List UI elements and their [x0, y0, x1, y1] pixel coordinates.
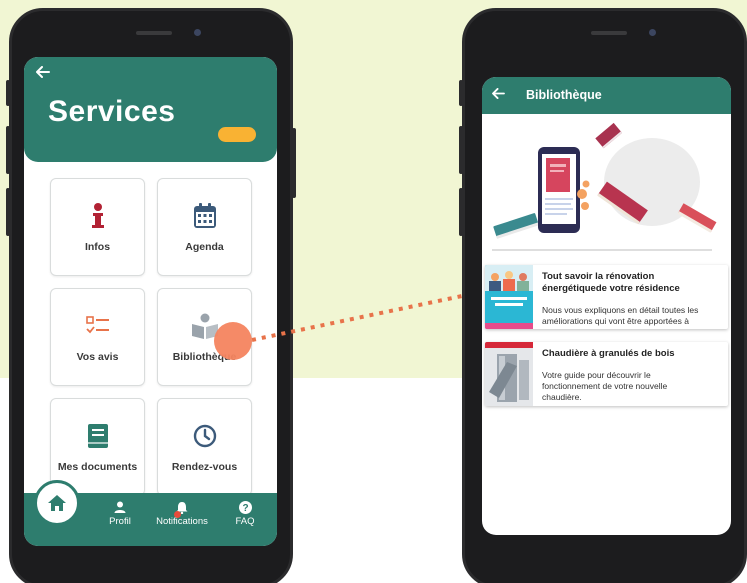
document-description: chaudière. [542, 392, 582, 402]
library-illustration [492, 122, 717, 251]
side-button [6, 188, 10, 236]
person-icon [114, 501, 126, 513]
bibliotheque-header: Bibliothèque [482, 77, 731, 114]
highlight-hotspot [214, 322, 252, 360]
speaker-grille [591, 31, 627, 35]
arrow-left-icon [492, 88, 505, 99]
nav-item-profil[interactable]: Profil [90, 499, 150, 527]
nav-item-notifications[interactable]: Notifications [152, 499, 212, 527]
tile-label: Infos [84, 241, 111, 253]
page-title: Bibliothèque [526, 88, 602, 102]
svg-text:?: ? [242, 503, 248, 514]
tile-label: Mes documents [57, 461, 138, 473]
document-card[interactable]: Chaudière à granulés de bois Votre guide… [485, 342, 728, 406]
services-screen: Services Infos Agenda Vos avis Bibliothè… [24, 57, 277, 546]
checklist-icon [85, 316, 109, 334]
tile-label: Rendez-vous [171, 461, 238, 473]
document-title: Chaudière à granulés de bois [542, 348, 675, 359]
side-button [459, 126, 463, 174]
tile-label: Vos avis [76, 351, 119, 363]
tile-label: Agenda [185, 241, 224, 253]
side-button [292, 128, 296, 198]
document-thumbnail [485, 265, 533, 329]
calendar-icon [193, 203, 216, 228]
front-camera [194, 29, 201, 36]
clock-icon [193, 424, 216, 448]
nav-label: Profil [109, 516, 131, 527]
side-button [6, 126, 10, 174]
nav-label: Notifications [156, 516, 208, 527]
tile-infos[interactable]: Infos [50, 178, 145, 276]
header-pill-button[interactable] [218, 127, 256, 142]
nav-label: FAQ [235, 516, 255, 527]
tile-agenda[interactable]: Agenda [157, 178, 252, 276]
nav-item-faq[interactable]: ? FAQ [215, 499, 275, 527]
page-title: Services [48, 95, 176, 128]
tile-rendez-vous[interactable]: Rendez-vous [157, 398, 252, 496]
document-description: fonctionnement de votre nouvelle [542, 381, 668, 391]
book-icon [87, 424, 108, 448]
help-icon: ? [238, 500, 252, 514]
services-header: Services [24, 57, 277, 162]
arrow-left-icon [36, 66, 50, 78]
home-icon [48, 495, 66, 511]
home-button[interactable] [34, 480, 80, 526]
notification-badge [174, 511, 181, 518]
front-camera [649, 29, 656, 36]
document-description: Votre guide pour découvrir le [542, 370, 651, 380]
speaker-grille [136, 31, 172, 35]
side-button [459, 188, 463, 236]
info-icon [91, 203, 104, 228]
document-title: énergétiquede votre résidence [542, 283, 680, 294]
bibliotheque-screen: Bibliothèque Tout savoir la rénovation é… [482, 77, 731, 535]
back-button[interactable] [492, 86, 505, 102]
document-thumbnail [485, 342, 533, 406]
side-button [6, 80, 10, 106]
document-title: Tout savoir la rénovation [542, 271, 655, 282]
document-card[interactable]: Tout savoir la rénovation énergétiquede … [485, 265, 728, 329]
side-button [459, 80, 463, 106]
document-description: améliorations qui vont être apportées à [542, 316, 689, 326]
tile-vos-avis[interactable]: Vos avis [50, 288, 145, 386]
document-description: Nous vous expliquons en détail toutes le… [542, 305, 699, 315]
back-button[interactable] [36, 65, 50, 82]
